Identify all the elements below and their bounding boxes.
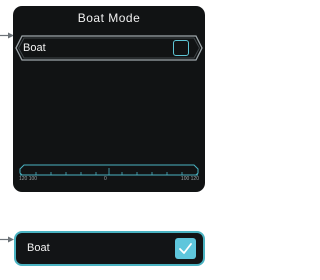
boat-option-preview[interactable]: Boat: [14, 231, 205, 266]
checkbox-empty-icon[interactable]: [173, 40, 189, 56]
pointer-arrow-icon: [0, 236, 14, 243]
gauge-center-label: 0: [104, 176, 107, 182]
checkbox-checked[interactable]: [175, 238, 196, 259]
boat-mode-screen: Boat Mode Boat 120 100 0 100 120: [13, 6, 205, 192]
screen-title: Boat Mode: [77, 11, 141, 25]
checkmark-icon: [179, 243, 192, 254]
gauge-left-label: 120 100: [19, 176, 38, 182]
preview-label: Boat: [27, 242, 50, 254]
gauge-scale: [19, 164, 199, 176]
boat-option-label: Boat: [23, 42, 46, 54]
boat-option-row[interactable]: Boat: [14, 34, 204, 62]
trim-gauge: 120 100 0 100 120: [16, 164, 202, 186]
pointer-arrow-icon: [0, 32, 14, 39]
gauge-right-label: 100 120: [180, 176, 199, 182]
